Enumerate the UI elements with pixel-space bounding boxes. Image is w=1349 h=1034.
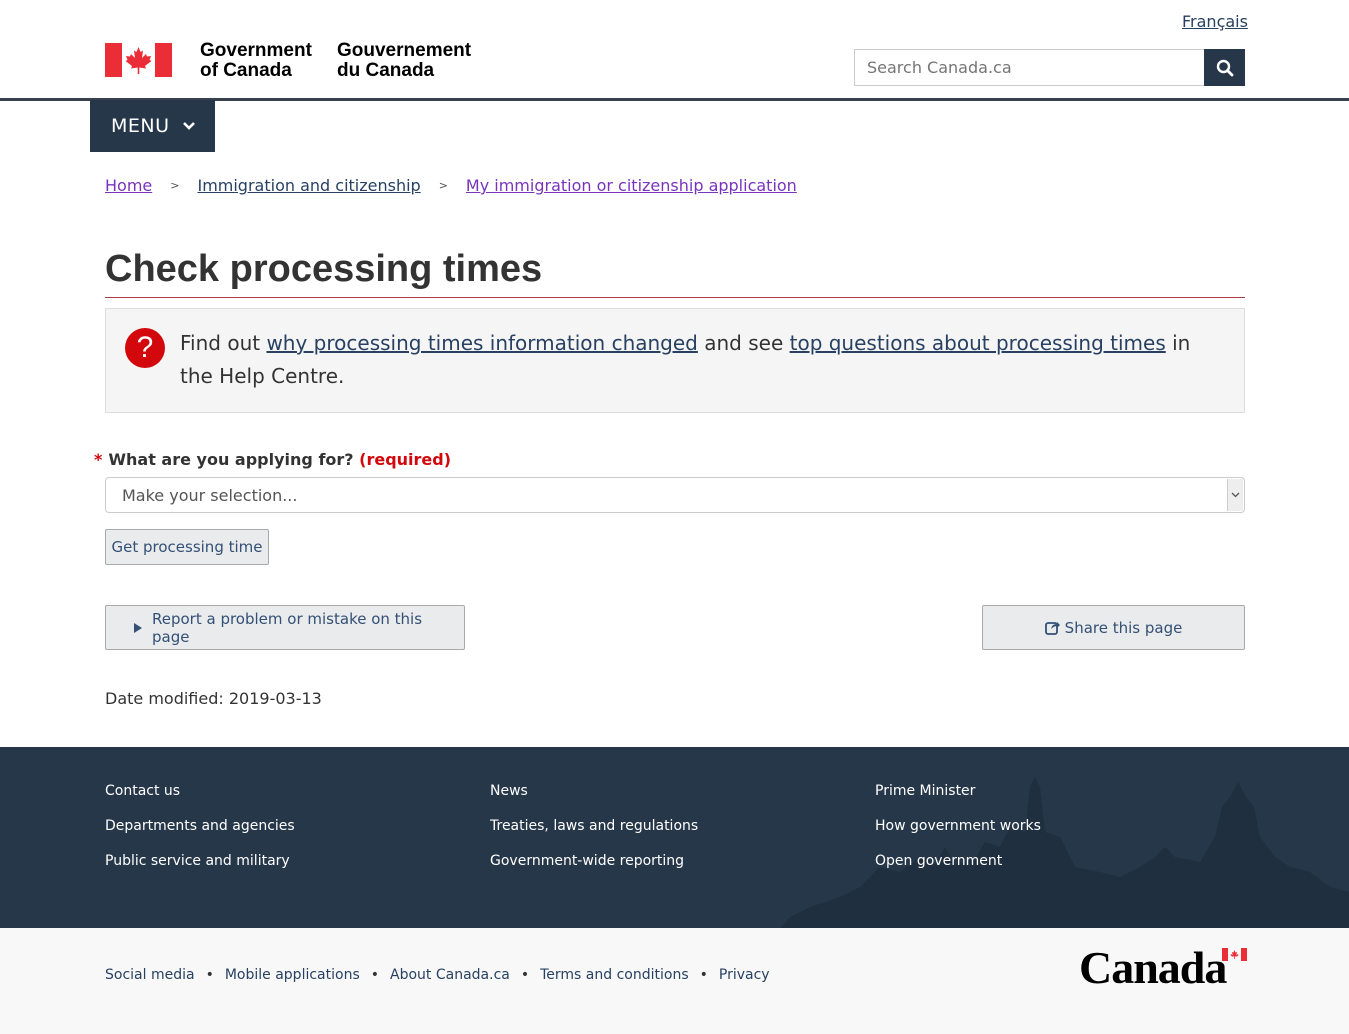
required-text: (required) [359, 450, 452, 469]
signature-en-line1: Government [200, 40, 312, 61]
info-prefix: Find out [180, 331, 267, 355]
footer-main: Contact us Departments and agencies Publ… [0, 747, 1349, 928]
search-icon [1216, 59, 1233, 76]
why-changed-link[interactable]: why processing times information changed [266, 331, 697, 355]
footer-public-service[interactable]: Public service and military [105, 853, 290, 869]
footer-news[interactable]: News [490, 783, 528, 799]
breadcrumb-separator: > [170, 179, 180, 192]
footer-reporting[interactable]: Government-wide reporting [490, 853, 684, 869]
footer-sub-links: Social media • Mobile applications • Abo… [105, 967, 770, 983]
share-icon [1044, 622, 1060, 635]
applying-for-label: * What are you applying for? (required) [94, 450, 451, 469]
date-modified: Date modified: 2019-03-13 [105, 689, 322, 708]
breadcrumb-separator: > [438, 179, 448, 192]
mobile-apps-link[interactable]: Mobile applications [225, 967, 360, 983]
footer-open-government[interactable]: Open government [875, 853, 1002, 869]
info-alert-text: Find out why processing times informatio… [180, 327, 1225, 393]
footer-departments[interactable]: Departments and agencies [105, 818, 295, 834]
question-icon: ? [125, 328, 165, 368]
report-problem-button[interactable]: Report a problem or mistake on this page [105, 605, 465, 650]
applying-for-label-text: What are you applying for? [108, 450, 354, 469]
signature-french[interactable]: Gouvernement du Canada [337, 41, 471, 81]
required-marker: * [94, 450, 103, 469]
share-page-label: Share this page [1064, 618, 1183, 637]
privacy-link[interactable]: Privacy [719, 967, 770, 983]
footer-prime-minister[interactable]: Prime Minister [875, 783, 975, 799]
separator-dot: • [370, 967, 380, 983]
breadcrumb-my-application[interactable]: My immigration or citizenship applicatio… [466, 176, 797, 195]
menu-button[interactable]: MENU [90, 100, 215, 152]
footer-how-gov-works[interactable]: How government works [875, 818, 1041, 834]
wordmark-flag-icon [1222, 948, 1247, 961]
get-processing-time-button[interactable]: Get processing time [105, 529, 269, 565]
menu-label: MENU [111, 115, 170, 137]
footer-treaties[interactable]: Treaties, laws and regulations [490, 818, 698, 834]
separator-dot: • [520, 967, 530, 983]
language-toggle-link[interactable]: Français [1182, 12, 1248, 31]
signature-en-line2: of Canada [200, 60, 292, 81]
caret-right-icon [134, 622, 142, 633]
search-button[interactable] [1204, 49, 1245, 86]
report-problem-label: Report a problem or mistake on this page [152, 609, 423, 646]
signature-fr-line1: Gouvernement [337, 40, 472, 61]
canada-flag-icon[interactable] [105, 43, 172, 77]
select-dropdown-arrow[interactable] [1227, 479, 1243, 511]
parliament-skyline-icon [780, 777, 1349, 928]
social-media-link[interactable]: Social media [105, 967, 195, 983]
page-title: Check processing times [105, 248, 543, 290]
about-canada-link[interactable]: About Canada.ca [390, 967, 510, 983]
signature-fr-line2: du Canada [337, 60, 435, 81]
separator-dot: • [699, 967, 708, 983]
canada-wordmark: Canada [1079, 942, 1227, 993]
get-processing-time-label: Get processing time [111, 538, 263, 556]
chevron-down-icon [182, 122, 195, 130]
search-input[interactable] [854, 49, 1205, 86]
top-questions-link[interactable]: top questions about processing times [790, 331, 1166, 355]
breadcrumb-immigration[interactable]: Immigration and citizenship [197, 176, 420, 195]
separator-dot: • [205, 967, 214, 983]
terms-link[interactable]: Terms and conditions [540, 967, 689, 983]
info-middle: and see [697, 331, 790, 355]
breadcrumb: Home > Immigration and citizenship > My … [105, 176, 797, 195]
application-type-select[interactable]: Make your selection... [105, 477, 1245, 513]
chevron-down-icon [1231, 492, 1240, 498]
select-value: Make your selection... [122, 485, 298, 505]
signature-english[interactable]: Government of Canada [200, 41, 312, 81]
title-underline [105, 297, 1245, 298]
breadcrumb-home[interactable]: Home [105, 176, 152, 195]
share-page-button[interactable]: Share this page [982, 605, 1245, 650]
footer-contact-us[interactable]: Contact us [105, 783, 180, 799]
